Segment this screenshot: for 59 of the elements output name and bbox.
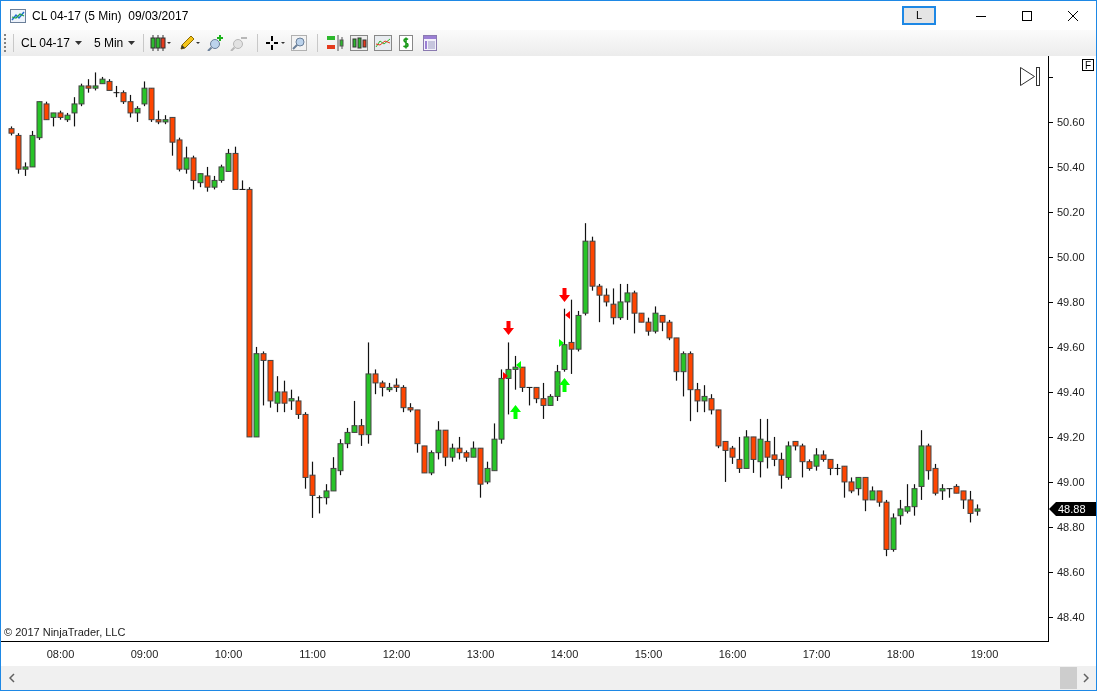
time-tick-label: 11:00	[299, 648, 326, 660]
time-tick-label: 17:00	[802, 648, 831, 660]
interval-dropdown[interactable]: 5 Min	[93, 37, 136, 49]
scroll-right-icon[interactable]	[1083, 673, 1089, 683]
scroll-left-icon[interactable]	[9, 673, 15, 683]
time-tick-label: 08:00	[46, 648, 75, 660]
time-tick-label: 16:00	[718, 648, 747, 660]
price-tick-label: 49.40	[1057, 385, 1085, 398]
time-tick-label: 19:00	[970, 648, 999, 660]
price-tick-label: 49.80	[1057, 295, 1085, 308]
caret-icon	[128, 41, 136, 45]
time-tick-label: 12:00	[382, 648, 411, 660]
time-tick-label: 14:00	[550, 648, 579, 660]
magnifier-icon[interactable]	[291, 35, 308, 51]
close-icon[interactable]	[1068, 10, 1078, 21]
chart-app-icon	[10, 8, 26, 23]
price-tick-label: 50.60	[1057, 115, 1085, 128]
price-tick-label: 49.00	[1057, 475, 1085, 488]
down-arrow-icon	[559, 288, 570, 302]
zoom-in-icon[interactable]	[207, 35, 226, 51]
scale-button[interactable]: F	[1082, 59, 1094, 71]
time-tick-label: 09:00	[130, 648, 159, 660]
up-arrow-icon	[559, 378, 570, 392]
left-triangle-icon	[516, 361, 521, 369]
grip-icon	[4, 34, 7, 52]
left-triangle-icon	[565, 311, 570, 319]
up-arrow-icon	[510, 405, 521, 419]
right-triangle-icon	[559, 339, 564, 347]
instrument-dropdown[interactable]: CL 04-17	[21, 37, 82, 49]
layout-button[interactable]: L	[902, 6, 936, 25]
line-chart-icon[interactable]	[374, 35, 393, 51]
time-tick-label: 13:00	[466, 648, 495, 660]
caret-icon	[74, 41, 82, 45]
crosshair-icon[interactable]	[265, 35, 288, 51]
price-tick-label: 50.20	[1057, 205, 1085, 218]
last-price-tag: 48.88	[1049, 501, 1096, 516]
maximize-icon[interactable]	[1022, 10, 1032, 21]
properties-icon[interactable]	[423, 35, 438, 51]
price-tick-label: 48.40	[1057, 610, 1085, 623]
candlestick-style-icon[interactable]	[150, 35, 173, 51]
price-tick-label: 49.20	[1057, 430, 1085, 443]
time-tick-label: 15:00	[634, 648, 663, 660]
scrollbar-thumb[interactable]	[1060, 667, 1077, 689]
time-tick-label: 10:00	[214, 648, 243, 660]
price-tick-label: 50.40	[1057, 160, 1085, 173]
indicators-icon[interactable]	[326, 35, 345, 51]
price-tick-label: 48.80	[1057, 520, 1085, 533]
down-arrow-icon	[503, 321, 514, 335]
pencil-icon[interactable]	[179, 35, 202, 51]
dollar-document-icon[interactable]	[399, 35, 414, 51]
price-tick-label: 48.60	[1057, 565, 1085, 578]
price-tick-label: 50.00	[1057, 250, 1085, 263]
scroll-to-end-icon[interactable]	[1020, 67, 1040, 86]
right-triangle-icon	[503, 372, 508, 380]
bars-chart-icon[interactable]	[350, 35, 369, 51]
price-tick-label: 49.60	[1057, 340, 1085, 353]
time-tick-label: 18:00	[886, 648, 915, 660]
copyright-text: © 2017 NinjaTrader, LLC	[4, 626, 126, 638]
window-title: CL 04-17 (5 Min) 09/03/2017	[32, 7, 189, 25]
